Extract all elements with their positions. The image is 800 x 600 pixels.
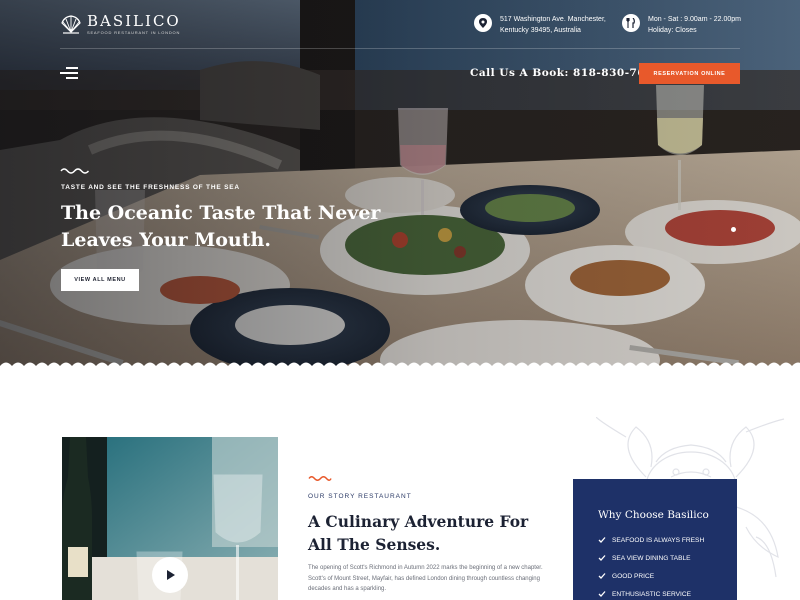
brand-name: BASILICO (87, 12, 181, 30)
why-item-label: ENTHUSIASTIC SERVICE (612, 590, 692, 598)
hero-title: The Oceanic Taste That Never Leaves Your… (61, 202, 381, 251)
why-item-label: SEAFOOD IS ALWAYS FRESH (612, 536, 705, 544)
why-item: GOOD PRICE (598, 567, 737, 585)
cutlery-icon (622, 14, 640, 32)
wave-divider-shape (0, 362, 800, 372)
header-address: 517 Washington Ave. Manchester, Kentucky… (474, 14, 606, 36)
reservation-online-button[interactable]: RESERVATION ONLINE (639, 63, 740, 84)
play-video-button[interactable] (152, 557, 188, 593)
hours-line-1: Mon - Sat : 9.00am - 22.00pm (648, 16, 741, 23)
story-description: The opening of Scott's Richmond in Autum… (308, 565, 543, 592)
view-all-menu-button[interactable]: VIEW ALL MENU (61, 269, 139, 291)
address-line-2: Kentucky 39495, Australia (500, 27, 581, 34)
hero-eyebrow: TASTE AND SEE THE FRESHNESS OF THE SEA (61, 184, 240, 191)
why-item: SEA VIEW DINING TABLE (598, 549, 737, 567)
why-item-label: SEA VIEW DINING TABLE (612, 554, 691, 562)
check-icon (598, 573, 606, 579)
why-item: ENTHUSIASTIC SERVICE (598, 585, 737, 600)
why-choose-box: Why Choose Basilico SEAFOOD IS ALWAYS FR… (573, 479, 737, 600)
why-title: Why Choose Basilico (598, 509, 709, 521)
play-icon (166, 570, 175, 580)
wave-ornament-icon (60, 168, 90, 174)
location-pin-icon (474, 14, 492, 32)
hours-line-2: Holiday: Closes (648, 27, 697, 34)
brand-logo[interactable]: BASILICO SEAFOOD RESTAURANT IN LONDON (60, 12, 181, 36)
header-divider (60, 48, 740, 49)
story-eyebrow: OUR STORY RESTAURANT (308, 493, 412, 500)
why-list: SEAFOOD IS ALWAYS FRESH SEA VIEW DINING … (598, 531, 737, 600)
why-item-label: GOOD PRICE (612, 572, 655, 580)
wave-divider (0, 362, 800, 372)
story-title: A Culinary Adventure For All The Senses. (308, 512, 529, 554)
call-us-text[interactable]: Call Us A Book: 818-830-7648 (470, 67, 661, 79)
wave-ornament-icon (308, 476, 332, 481)
why-item: SEAFOOD IS ALWAYS FRESH (598, 531, 737, 549)
header-hours: Mon - Sat : 9.00am - 22.00pm Holiday: Cl… (622, 14, 741, 36)
hero-section: BASILICO SEAFOOD RESTAURANT IN LONDON 51… (0, 0, 800, 372)
shell-logo-icon (61, 15, 81, 34)
check-icon (598, 537, 606, 543)
check-icon (598, 555, 606, 561)
hamburger-menu-icon[interactable] (60, 67, 78, 79)
address-line-1: 517 Washington Ave. Manchester, (500, 16, 606, 23)
brand-tagline: SEAFOOD RESTAURANT IN LONDON (87, 30, 181, 35)
slider-dot[interactable] (731, 227, 736, 232)
check-icon (598, 591, 606, 597)
